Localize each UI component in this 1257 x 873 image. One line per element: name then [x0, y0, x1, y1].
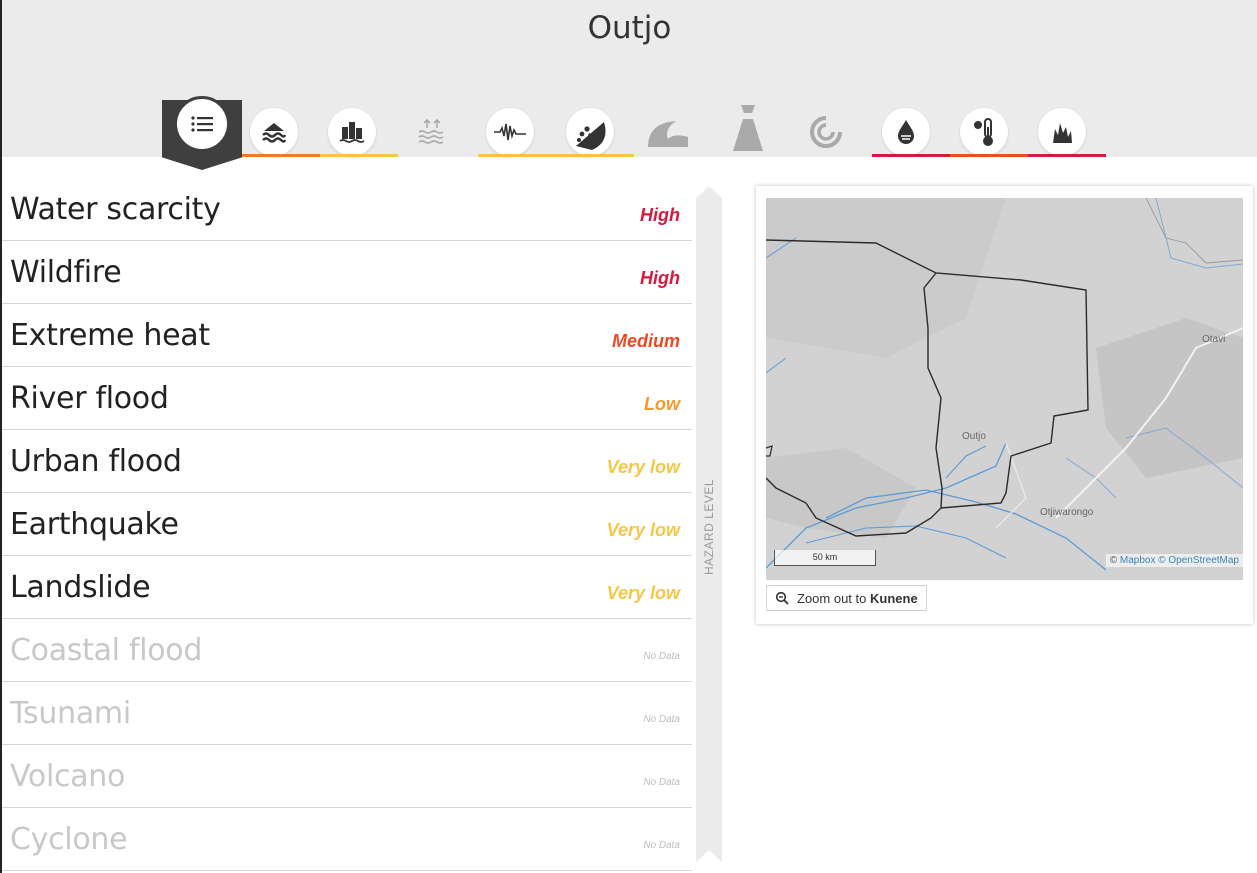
- hazard-level: High: [640, 205, 680, 225]
- map-card: Otavi Outjo Otjiwarongo 50 km © Mapbox ©…: [756, 186, 1253, 624]
- hazard-name: Wildfire: [10, 255, 122, 290]
- wildfire-underline: [1028, 154, 1106, 157]
- hazard-row-earthquake[interactable]: Earthquake Very low: [2, 493, 692, 556]
- hazard-row-urban-flood[interactable]: Urban flood Very low: [2, 430, 692, 493]
- hazard-row-river-flood[interactable]: River flood Low: [2, 367, 692, 430]
- river-flood-icon: [262, 123, 287, 143]
- hazard-level: High: [640, 268, 680, 288]
- volcano-button[interactable]: [724, 104, 772, 152]
- map-view[interactable]: Otavi Outjo Otjiwarongo 50 km © Mapbox ©…: [766, 198, 1243, 580]
- map-attribution: © Mapbox © OpenStreetMap: [1105, 554, 1243, 567]
- hazard-level-label: HAZARD LEVEL: [702, 478, 716, 576]
- urban-flood-underline: [320, 154, 398, 157]
- urban-flood-button[interactable]: [328, 108, 376, 156]
- hazard-level: Very low: [606, 520, 680, 540]
- zoom-out-button[interactable]: Zoom out to Kunene: [766, 585, 927, 611]
- map-label-outjo: Outjo: [962, 431, 986, 442]
- hazard-name: Urban flood: [10, 444, 182, 479]
- wildfire-button[interactable]: [1038, 108, 1086, 156]
- extreme-heat-button[interactable]: [960, 108, 1008, 156]
- tsunami-icon: [648, 121, 688, 147]
- water-scarcity-underline: [872, 154, 950, 157]
- water-scarcity-button[interactable]: [882, 108, 930, 156]
- river-flood-button[interactable]: [250, 108, 298, 156]
- cyclone-icon: [810, 116, 842, 148]
- hazard-name: Coastal flood: [10, 633, 203, 668]
- hazard-row-volcano: Volcano No Data: [2, 745, 692, 808]
- urban-flood-icon: [339, 122, 365, 143]
- hazard-row-landslide[interactable]: Landslide Very low: [2, 556, 692, 619]
- river-flood-underline: [242, 154, 320, 157]
- openstreetmap-link[interactable]: © OpenStreetMap: [1158, 555, 1239, 566]
- hazard-row-water-scarcity[interactable]: Water scarcity High: [2, 178, 692, 241]
- hazard-level: Medium: [611, 331, 680, 351]
- list-icon: [191, 116, 213, 132]
- hazard-row-wildfire[interactable]: Wildfire High: [2, 241, 692, 304]
- hazard-row-cyclone: Cyclone No Data: [2, 808, 692, 871]
- cyclone-button[interactable]: [802, 108, 850, 156]
- tsunami-button[interactable]: [644, 108, 692, 156]
- map-label-otjiwarongo: Otjiwarongo: [1040, 507, 1094, 518]
- hazard-row-extreme-heat[interactable]: Extreme heat Medium: [2, 304, 692, 367]
- hazard-name: Extreme heat: [10, 318, 210, 353]
- volcano-icon: [733, 105, 763, 151]
- hazard-name: Volcano: [10, 759, 126, 794]
- mapbox-link[interactable]: Mapbox: [1120, 555, 1156, 566]
- hazard-list: Water scarcity High Wildfire High Extrem…: [2, 178, 692, 871]
- zoom-out-label: Zoom out to Kunene: [797, 590, 918, 606]
- hazard-level: No Data: [643, 651, 680, 662]
- hazard-name: Tsunami: [10, 696, 131, 731]
- hazard-name: Cyclone: [10, 822, 128, 857]
- hazard-level: Low: [644, 394, 680, 414]
- coastal-flood-icon: [418, 118, 444, 144]
- earthquake-underline: [478, 154, 556, 157]
- earthquake-icon: [494, 123, 526, 141]
- hazard-level: No Data: [643, 714, 680, 725]
- hazard-level: No Data: [643, 840, 680, 851]
- extreme-heat-underline: [950, 154, 1028, 157]
- landslide-icon: [576, 122, 606, 150]
- hazard-level: No Data: [643, 777, 680, 788]
- map-label-otavi: Otavi: [1202, 334, 1226, 345]
- hazard-icon-bar: [2, 0, 1257, 170]
- hazard-row-coastal-flood: Coastal flood No Data: [2, 619, 692, 682]
- hazard-level: Very low: [606, 583, 680, 603]
- hazard-row-tsunami: Tsunami No Data: [2, 682, 692, 745]
- hazard-level: Very low: [606, 457, 680, 477]
- hazard-name: Landslide: [10, 570, 151, 605]
- landslide-button[interactable]: [566, 108, 614, 156]
- earthquake-button[interactable]: [486, 108, 534, 156]
- hazard-name: Water scarcity: [10, 192, 221, 227]
- map-scale: 50 km: [774, 550, 876, 566]
- map-graphics: [766, 198, 1243, 580]
- extreme-heat-icon: [974, 118, 993, 146]
- wildfire-icon: [1053, 123, 1072, 143]
- landslide-underline: [556, 154, 634, 157]
- header: Outjo: [2, 0, 1257, 170]
- list-view-button[interactable]: [174, 96, 230, 152]
- hazard-name: River flood: [10, 381, 169, 416]
- water-scarcity-icon: [898, 120, 914, 144]
- zoom-out-icon: [775, 591, 789, 605]
- coastal-flood-button[interactable]: [408, 108, 456, 156]
- hazard-name: Earthquake: [10, 507, 179, 542]
